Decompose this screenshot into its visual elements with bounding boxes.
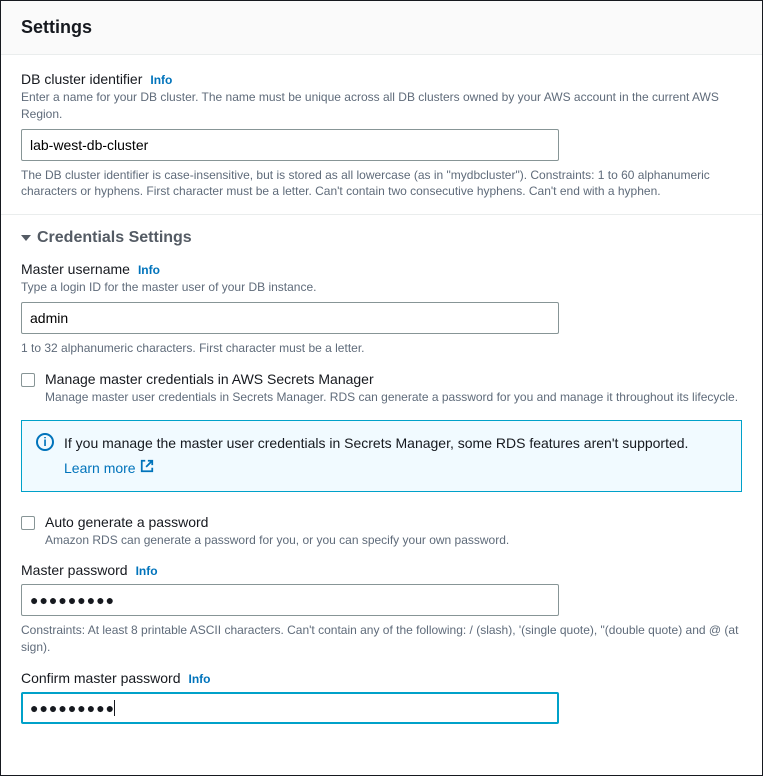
confirm-master-password-info-link[interactable]: Info bbox=[189, 672, 211, 686]
page-title: Settings bbox=[21, 17, 742, 38]
caret-down-icon bbox=[21, 235, 31, 241]
master-username-input[interactable] bbox=[21, 302, 559, 334]
confirm-master-password-group: Confirm master password Info ●●●●●●●●● bbox=[21, 670, 742, 724]
auto-generate-password-desc: Amazon RDS can generate a password for y… bbox=[45, 532, 509, 549]
db-cluster-identifier-input[interactable] bbox=[21, 129, 559, 161]
master-password-label: Master password bbox=[21, 562, 128, 578]
confirm-master-password-label: Confirm master password bbox=[21, 670, 181, 686]
secrets-manager-checkbox-row: Manage master credentials in AWS Secrets… bbox=[21, 371, 742, 406]
master-password-info-link[interactable]: Info bbox=[136, 564, 158, 578]
settings-panel-body: DB cluster identifier Info Enter a name … bbox=[1, 55, 762, 758]
master-username-group: Master username Info Type a login ID for… bbox=[21, 261, 742, 357]
master-username-info-link[interactable]: Info bbox=[138, 263, 160, 277]
auto-generate-password-checkbox[interactable] bbox=[21, 516, 35, 530]
info-icon: i bbox=[36, 433, 54, 451]
auto-generate-password-row: Auto generate a password Amazon RDS can … bbox=[21, 514, 742, 549]
settings-panel-header: Settings bbox=[1, 1, 762, 55]
section-divider bbox=[1, 214, 762, 215]
credentials-settings-header[interactable]: Credentials Settings bbox=[21, 229, 742, 247]
secrets-manager-label: Manage master credentials in AWS Secrets… bbox=[45, 371, 738, 387]
master-password-value: ●●●●●●●●● bbox=[30, 592, 115, 608]
db-cluster-identifier-desc: Enter a name for your DB cluster. The na… bbox=[21, 89, 742, 123]
master-username-desc: Type a login ID for the master user of y… bbox=[21, 279, 742, 296]
master-username-constraints: 1 to 32 alphanumeric characters. First c… bbox=[21, 340, 742, 357]
master-password-input[interactable]: ●●●●●●●●● bbox=[21, 584, 559, 616]
credentials-settings-title: Credentials Settings bbox=[37, 229, 192, 247]
db-cluster-info-link[interactable]: Info bbox=[150, 73, 172, 87]
confirm-master-password-input[interactable]: ●●●●●●●●● bbox=[21, 692, 559, 724]
master-username-label: Master username bbox=[21, 261, 130, 277]
secrets-manager-desc: Manage master user credentials in Secret… bbox=[45, 389, 738, 406]
secrets-manager-info-banner: i If you manage the master user credenti… bbox=[21, 420, 742, 492]
learn-more-link[interactable]: Learn more bbox=[64, 458, 154, 479]
external-link-icon bbox=[140, 458, 154, 479]
text-cursor bbox=[114, 700, 115, 716]
secrets-manager-checkbox[interactable] bbox=[21, 373, 35, 387]
auto-generate-password-label: Auto generate a password bbox=[45, 514, 509, 530]
master-password-group: Master password Info ●●●●●●●●● Constrain… bbox=[21, 562, 742, 656]
db-cluster-identifier-constraints: The DB cluster identifier is case-insens… bbox=[21, 167, 742, 201]
db-cluster-identifier-group: DB cluster identifier Info Enter a name … bbox=[21, 71, 742, 200]
banner-message: If you manage the master user credential… bbox=[64, 433, 688, 454]
master-password-constraints: Constraints: At least 8 printable ASCII … bbox=[21, 622, 742, 656]
confirm-master-password-value: ●●●●●●●●● bbox=[30, 700, 115, 716]
learn-more-label: Learn more bbox=[64, 458, 136, 479]
db-cluster-identifier-label: DB cluster identifier bbox=[21, 71, 142, 87]
